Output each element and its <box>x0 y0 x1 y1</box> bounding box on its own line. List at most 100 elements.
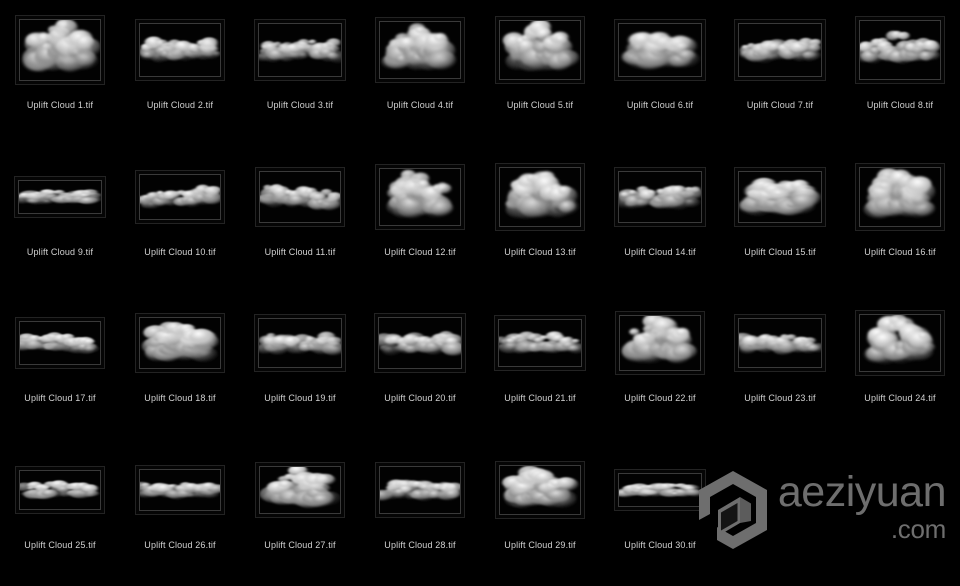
cloud-render-image <box>379 318 461 368</box>
thumbnail-frame[interactable] <box>14 176 106 218</box>
asset-item[interactable]: Uplift Cloud 17.tif <box>0 293 120 440</box>
thumbnail-frame[interactable] <box>15 466 105 514</box>
thumbnail-image-area <box>19 321 101 365</box>
thumbnail-image-area <box>499 167 581 227</box>
asset-item[interactable]: Uplift Cloud 7.tif <box>720 0 840 147</box>
asset-filename-label: Uplift Cloud 19.tif <box>264 393 335 404</box>
thumbnail-frame[interactable] <box>15 317 105 369</box>
thumbnail-wrapper <box>15 302 105 384</box>
thumbnail-image-area <box>258 23 342 77</box>
asset-filename-label: Uplift Cloud 18.tif <box>144 393 215 404</box>
thumbnail-wrapper <box>15 9 105 91</box>
thumbnail-image-area <box>618 171 702 223</box>
thumbnail-wrapper <box>495 449 585 531</box>
thumbnail-frame[interactable] <box>734 19 826 81</box>
thumbnail-frame[interactable] <box>855 16 945 84</box>
cloud-render-image <box>259 319 341 367</box>
asset-item[interactable]: Uplift Cloud 10.tif <box>120 147 240 294</box>
thumbnail-frame[interactable] <box>255 462 345 518</box>
asset-item[interactable]: Uplift Cloud 26.tif <box>120 440 240 586</box>
thumbnail-frame[interactable] <box>135 170 225 224</box>
asset-filename-label: Uplift Cloud 30.tif <box>624 540 695 551</box>
asset-item[interactable]: Uplift Cloud 24.tif <box>840 293 960 440</box>
asset-item[interactable]: Uplift Cloud 6.tif <box>600 0 720 147</box>
asset-filename-label: Uplift Cloud 25.tif <box>24 540 95 551</box>
thumbnail-wrapper <box>734 9 826 91</box>
cloud-render-image <box>259 24 341 76</box>
cloud-render-image <box>140 318 220 368</box>
thumbnail-frame[interactable] <box>614 19 706 81</box>
asset-item[interactable]: Uplift Cloud 15.tif <box>720 147 840 294</box>
asset-filename-label: Uplift Cloud 17.tif <box>24 393 95 404</box>
thumbnail-frame[interactable] <box>254 314 346 372</box>
asset-item[interactable]: Uplift Cloud 2.tif <box>120 0 240 147</box>
asset-filename-label: Uplift Cloud 22.tif <box>624 393 695 404</box>
thumbnail-image-area <box>859 20 941 80</box>
thumbnail-frame[interactable] <box>254 19 346 81</box>
asset-item[interactable]: Uplift Cloud 27.tif <box>240 440 360 586</box>
thumbnail-frame[interactable] <box>855 310 945 376</box>
asset-item[interactable]: Uplift Cloud 30.tif <box>600 440 720 586</box>
thumbnail-frame[interactable] <box>135 313 225 373</box>
asset-item[interactable]: Uplift Cloud 21.tif <box>480 293 600 440</box>
thumbnail-image-area <box>379 21 461 79</box>
asset-item[interactable]: Uplift Cloud 25.tif <box>0 440 120 586</box>
asset-item[interactable]: Uplift Cloud 5.tif <box>480 0 600 147</box>
asset-item[interactable]: Uplift Cloud 4.tif <box>360 0 480 147</box>
thumbnail-wrapper <box>135 449 225 531</box>
thumbnail-frame[interactable] <box>375 17 465 83</box>
thumbnail-frame[interactable] <box>255 167 345 227</box>
thumbnail-frame[interactable] <box>734 314 826 372</box>
thumbnail-image-area <box>859 167 941 227</box>
thumbnail-frame[interactable] <box>15 15 105 85</box>
asset-item[interactable]: Uplift Cloud 3.tif <box>240 0 360 147</box>
thumbnail-frame[interactable] <box>495 163 585 231</box>
thumbnail-image-area <box>379 168 461 226</box>
cloud-render-image <box>739 172 821 222</box>
asset-item[interactable]: Uplift Cloud 19.tif <box>240 293 360 440</box>
thumbnail-frame[interactable] <box>614 167 706 227</box>
thumbnail-image-area <box>139 317 221 369</box>
thumbnail-frame[interactable] <box>374 313 466 373</box>
thumbnail-frame[interactable] <box>615 311 705 375</box>
thumbnail-image-area <box>738 23 822 77</box>
thumbnail-wrapper <box>15 449 105 531</box>
thumbnail-frame[interactable] <box>135 19 225 81</box>
thumbnail-image-area <box>738 318 822 368</box>
cloud-render-image <box>260 467 340 513</box>
thumbnail-image-area <box>259 171 341 223</box>
thumbnail-frame[interactable] <box>494 315 586 371</box>
cloud-render-image <box>380 467 460 513</box>
asset-item[interactable]: Uplift Cloud 14.tif <box>600 147 720 294</box>
asset-item[interactable]: Uplift Cloud 16.tif <box>840 147 960 294</box>
asset-item[interactable]: Uplift Cloud 13.tif <box>480 147 600 294</box>
thumbnail-frame[interactable] <box>614 469 706 511</box>
asset-item[interactable]: Uplift Cloud 23.tif <box>720 293 840 440</box>
thumbnail-image-area <box>379 466 461 514</box>
thumbnail-frame[interactable] <box>495 16 585 84</box>
asset-item[interactable]: Uplift Cloud 22.tif <box>600 293 720 440</box>
asset-item[interactable]: Uplift Cloud 1.tif <box>0 0 120 147</box>
asset-filename-label: Uplift Cloud 1.tif <box>27 100 93 111</box>
thumbnail-wrapper <box>135 302 225 384</box>
asset-item[interactable]: Uplift Cloud 8.tif <box>840 0 960 147</box>
thumbnail-frame[interactable] <box>734 167 826 227</box>
thumbnail-frame[interactable] <box>495 461 585 519</box>
asset-filename-label: Uplift Cloud 28.tif <box>384 540 455 551</box>
thumbnail-image-area <box>139 174 221 220</box>
thumbnail-frame[interactable] <box>375 462 465 518</box>
thumbnail-wrapper <box>494 302 586 384</box>
thumbnail-frame[interactable] <box>375 164 465 230</box>
asset-item[interactable]: Uplift Cloud 18.tif <box>120 293 240 440</box>
asset-item[interactable]: Uplift Cloud 12.tif <box>360 147 480 294</box>
asset-item[interactable]: Uplift Cloud 9.tif <box>0 147 120 294</box>
cloud-render-image <box>619 172 701 222</box>
asset-item[interactable]: Uplift Cloud 20.tif <box>360 293 480 440</box>
asset-item[interactable]: Uplift Cloud 28.tif <box>360 440 480 586</box>
thumbnail-wrapper <box>734 302 826 384</box>
asset-item[interactable]: Uplift Cloud 29.tif <box>480 440 600 586</box>
thumbnail-frame[interactable] <box>135 465 225 515</box>
asset-item[interactable]: Uplift Cloud 11.tif <box>240 147 360 294</box>
thumbnail-wrapper <box>614 156 706 238</box>
thumbnail-frame[interactable] <box>855 163 945 231</box>
